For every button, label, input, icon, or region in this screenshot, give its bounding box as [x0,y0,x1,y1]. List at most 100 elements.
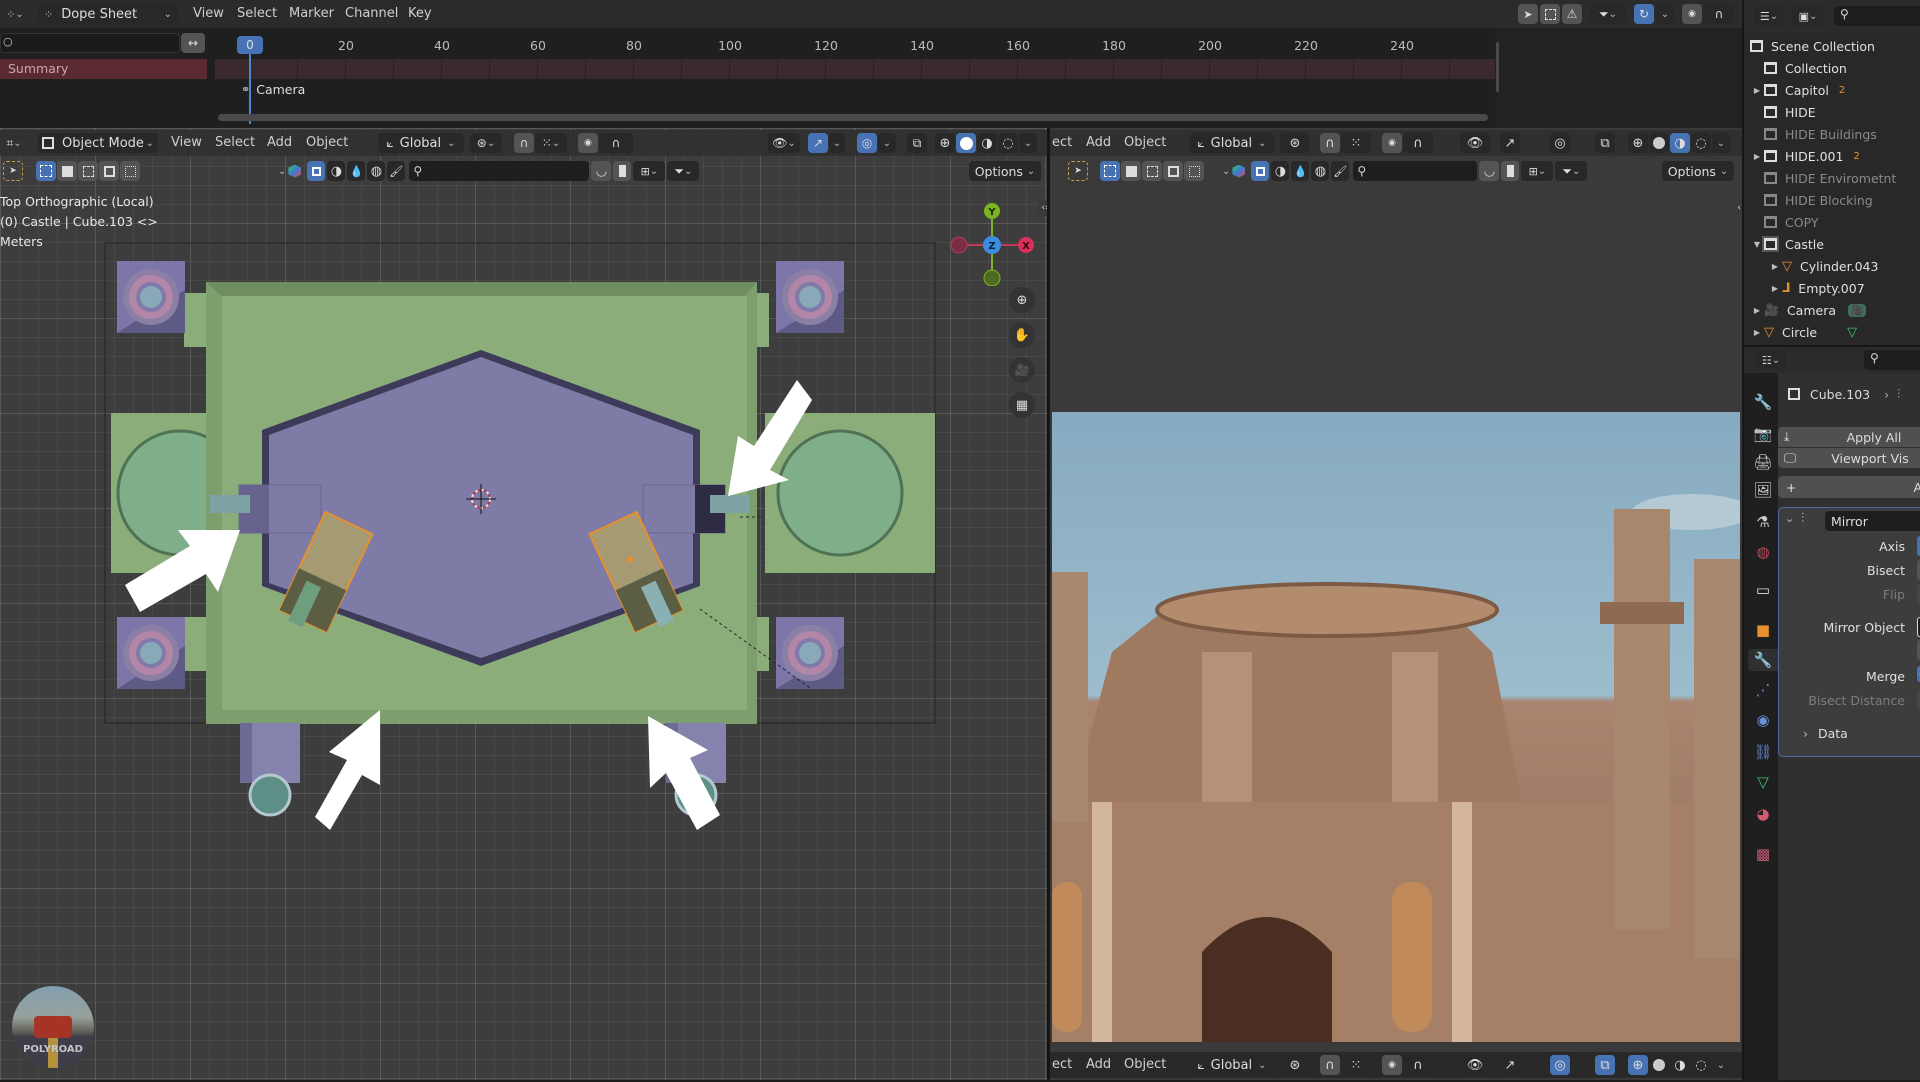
dope-sheet-timeline[interactable]: 20 40 60 80 100 120 140 160 180 200 220 240 0 ⚭ Cam… [215,28,1495,128]
viewport-3d-right[interactable]: ect Add Object ⟀ Global ⌄ ⊛ ∩ ⁙ ◉ ∩ 👁 ↗ ◎ … [1050,128,1744,1080]
tab-texture[interactable]: ▩ [1752,843,1774,865]
bookmark-button[interactable] [1501,161,1520,181]
menu-marker[interactable]: Marker [289,6,334,21]
pivot-point-select[interactable]: ⊛ [1280,133,1310,153]
gizmo-toggle[interactable]: ↗ [1500,133,1520,153]
outliner-item[interactable]: ▶ HIDE.001 2 [1744,145,1920,167]
falloff-select[interactable]: ∩ [1403,133,1433,153]
select-subtract-button[interactable] [1142,161,1162,181]
only-selected-button[interactable]: ➤ [1518,4,1538,24]
expand-triangle-icon[interactable]: ▶ [1750,328,1764,337]
filter-dropdown[interactable]: ⏷ ⌄ [667,161,700,181]
snap-target-select[interactable]: ⁙ ⌄ [535,133,567,153]
shading-solid[interactable] [956,133,976,153]
collapse-triangle-icon[interactable]: ▼ [1750,240,1764,249]
menu-view[interactable]: View [171,135,202,150]
shading-wireframe[interactable]: ⊕ [935,133,955,153]
asset-catalog-button[interactable]: ◡ [1479,161,1500,181]
mesh-data-icon[interactable]: ▽ [1847,325,1857,340]
outliner-item[interactable]: Scene Collection [1744,35,1920,57]
overlays-toggle[interactable]: ◎ [1550,1055,1570,1075]
shading-wireframe[interactable]: ⊕ [1628,1055,1648,1075]
xray-toggle[interactable]: ⧉ [1595,133,1615,153]
scene-geometry[interactable] [100,240,940,940]
snap-toggle[interactable]: ∩ [1320,133,1340,153]
shading-rendered[interactable]: ◌ [1691,1055,1711,1075]
tab-render[interactable]: 📷 [1752,423,1774,445]
gizmo-toggle[interactable]: ↗ [1500,1055,1520,1075]
shading-dropdown[interactable]: ⌄ [1712,1055,1730,1075]
active-tool-button[interactable]: ➤ [1068,161,1088,181]
apply-all-button[interactable]: ⤓ Apply All [1778,427,1920,447]
menu-channel[interactable]: Channel [345,6,398,21]
tab-collection[interactable]: ▭ [1752,579,1774,601]
frame-ruler[interactable]: 20 40 60 80 100 120 140 160 180 200 220 240 [215,32,1495,54]
proportional-edit-toggle[interactable]: ◉ [1382,1055,1402,1075]
active-tool-button[interactable]: ➤ [3,161,23,181]
transform-orientation-select[interactable]: ⟀ Global ⌄ [1190,133,1274,153]
overlays-toggle[interactable]: ◎ [1550,133,1570,153]
show-hidden-button[interactable] [1540,4,1560,24]
outliner-item[interactable]: Collection [1744,57,1920,79]
options-button[interactable]: Options ⌄ [969,161,1041,181]
menu-view[interactable]: View [193,6,224,21]
editor-type-button[interactable]: ⁘ ⌄ [2,4,28,24]
transform-orientation-select[interactable]: ⟀ Global ⌄ [1190,1055,1274,1075]
tab-material[interactable]: ◕ [1752,803,1774,825]
menu-add[interactable]: Add [267,135,292,150]
pivot-point-select[interactable]: ⊛ ⌄ [470,133,502,153]
expand-triangle-icon[interactable]: ▶ [1768,284,1782,293]
tab-modifiers[interactable]: 🔧 [1748,649,1778,671]
shading-wireframe[interactable]: ⊕ [1628,133,1648,153]
visibility-select[interactable]: 👁 ⌄ [768,133,800,153]
shading-rendered[interactable]: ◌ [998,133,1018,153]
filter-world-button[interactable]: ◍ [1311,161,1330,181]
navigation-gizmo[interactable]: Y X Z [944,196,1034,286]
tab-view-layer[interactable]: 🖼 [1752,479,1774,501]
asset-search-field[interactable]: ⚲ [409,161,590,181]
bookmark-button[interactable] [613,161,632,181]
filter-brush-button[interactable]: 🖌 [387,161,406,181]
filter-button[interactable]: ⏷ ⌄ [1590,4,1626,24]
only-errors-button[interactable]: ⚠ [1562,4,1582,24]
select-extend-button[interactable] [1121,161,1141,181]
tab-data[interactable]: ▽ [1752,771,1774,793]
shading-solid[interactable] [1649,1055,1669,1075]
properties-editor-type[interactable]: ☷ ⌄ [1756,350,1786,370]
expand-triangle-icon[interactable]: ▶ [1750,86,1764,95]
outliner-item[interactable]: HIDE Buildings [1744,123,1920,145]
gizmo-toggle[interactable]: ↗ [808,133,828,153]
select-new-button[interactable] [1100,161,1120,181]
falloff-select[interactable]: ∩ [599,133,633,153]
vertical-scrollbar[interactable] [1496,42,1499,92]
camera-view-button[interactable]: 🎥 [1009,357,1035,383]
menu-object[interactable]: Object [1124,1057,1166,1072]
outliner-item[interactable]: COPY [1744,211,1920,233]
chevron-down-icon[interactable]: ⌄ [278,166,286,177]
expand-triangle-icon[interactable]: ▶ [1750,306,1764,315]
gizmo-dropdown[interactable]: ⌄ [829,133,845,153]
outliner-item[interactable]: ▶ ⅃ Empty.007 [1744,277,1920,299]
dope-sheet-mode-select[interactable]: ⁘ Dope Sheet ⌄ [38,4,178,24]
select-intersect-button[interactable] [1184,161,1204,181]
snap-toggle[interactable]: ∩ [514,133,534,153]
menu-select-partial[interactable]: ect [1052,1057,1072,1072]
horizontal-scrollbar[interactable] [218,114,1488,121]
overlays-dropdown[interactable]: ⌄ [878,133,896,153]
outliner-item[interactable]: ▶ 🎥 Camera 🎥 [1744,299,1920,321]
tab-world[interactable]: ◍ [1752,541,1774,563]
filter-material-button[interactable]: ◑ [1271,161,1290,181]
object-mode-select[interactable]: Object Mode ⌄ [38,133,158,153]
viewport-3d-left[interactable]: ⌗ ⌄ Object Mode ⌄ View Select Add Object … [0,128,1052,1080]
filter-object-button[interactable] [307,161,326,181]
collapse-chevron-icon[interactable]: ⌄ [1785,512,1794,525]
menu-add[interactable]: Add [1086,135,1111,150]
xray-toggle[interactable]: ⧉ [1595,1055,1615,1075]
proportional-edit-button[interactable]: ◉ [1682,4,1702,24]
shading-material[interactable]: ◑ [1670,1055,1690,1075]
tab-particles[interactable]: ⋰ [1752,679,1774,701]
falloff-select[interactable]: ∩ [1403,1055,1433,1075]
display-mode-button[interactable]: ⊞ ⌄ [633,161,666,181]
select-extend-button[interactable] [57,161,77,181]
camera-data-icon[interactable]: 🎥 [1848,303,1866,317]
